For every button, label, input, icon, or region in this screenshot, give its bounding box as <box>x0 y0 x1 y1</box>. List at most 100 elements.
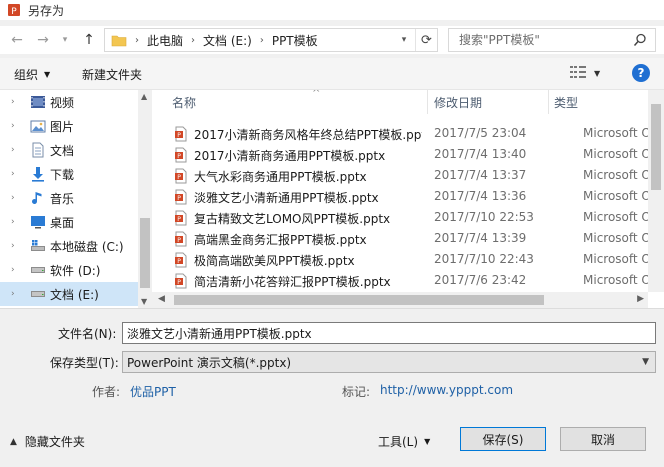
scroll-left-icon[interactable]: ◀ <box>158 294 165 304</box>
organize-menu[interactable]: 组织 ▼ <box>14 66 50 83</box>
expand-chevron-icon[interactable]: › <box>11 121 15 131</box>
filetype-select[interactable]: PowerPoint 演示文稿(*.pptx) ▼ <box>122 351 656 373</box>
recent-dropdown-icon[interactable]: ▾ <box>56 31 74 49</box>
chevron-down-icon: ▼ <box>424 437 431 446</box>
nav-item-label: 软件 (D:) <box>50 263 101 278</box>
breadcrumb-ppt-templates[interactable]: PPT模板 <box>272 32 318 49</box>
search-input[interactable] <box>449 30 629 50</box>
forward-arrow-icon[interactable]: → <box>34 31 52 49</box>
pptx-file-icon: P <box>174 231 188 247</box>
svg-text:P: P <box>177 237 181 244</box>
refresh-icon[interactable]: ⟳ <box>415 29 437 51</box>
scroll-up-icon[interactable]: ▲ <box>141 92 147 101</box>
nav-item-label: 文档 <box>50 143 75 158</box>
new-folder-button[interactable]: 新建文件夹 <box>82 66 142 83</box>
filetype-label: 保存类型(T): <box>50 356 119 370</box>
nav-item-documents[interactable]: › 文档 <box>0 138 138 162</box>
address-row: ← → ▾ ↑ › 此电脑 › 文档 (E:) › PPT模板 ▾ ⟳ <box>0 26 664 54</box>
file-row[interactable]: P 2017小清新商务风格年终总结PPT模板.pptx 2017/7/5 23:… <box>172 123 664 144</box>
scroll-right-icon[interactable]: ▶ <box>637 294 644 304</box>
nav-item-desktop[interactable]: › 桌面 <box>0 210 138 234</box>
search-box[interactable] <box>448 28 656 52</box>
pptx-file-icon: P <box>174 168 188 184</box>
nav-item-label: 本地磁盘 (C:) <box>50 239 124 254</box>
expand-chevron-icon[interactable]: › <box>11 169 15 179</box>
pptx-file-icon: P <box>174 189 188 205</box>
file-name: 大气水彩商务通用PPT模板.pptx <box>194 170 367 184</box>
file-list-horizontal-scrollbar[interactable]: ◀ ▶ <box>152 292 648 308</box>
address-bar[interactable]: › 此电脑 › 文档 (E:) › PPT模板 ▾ ⟳ <box>104 28 438 52</box>
filename-input[interactable] <box>123 326 655 340</box>
hide-folders-toggle[interactable]: ▲ 隐藏文件夹 <box>10 433 85 450</box>
drive-icon <box>30 286 46 302</box>
column-label: 类型 <box>554 95 579 110</box>
cancel-button[interactable]: 取消 <box>560 427 646 451</box>
scroll-thumb[interactable] <box>651 104 661 190</box>
file-row[interactable]: P 复古精致文艺LOMO风PPT模板.pptx 2017/7/10 22:53 … <box>172 207 664 228</box>
nav-item-label: 音乐 <box>50 191 75 206</box>
save-button[interactable]: 保存(S) <box>460 427 546 451</box>
view-options-button[interactable]: ▼ <box>570 66 600 81</box>
column-header-type[interactable]: 类型 <box>554 90 648 114</box>
scroll-thumb[interactable] <box>140 218 150 288</box>
folder-icon <box>111 34 127 47</box>
file-row[interactable]: P 高端黑金商务汇报PPT模板.pptx 2017/7/4 13:39 Micr… <box>172 228 664 249</box>
file-date: 2017/7/4 13:39 <box>434 231 527 245</box>
svg-text:P: P <box>177 153 181 160</box>
nav-scrollbar[interactable]: ▲ ▼ <box>138 90 152 308</box>
tools-menu[interactable]: 工具(L) ▼ <box>378 433 430 450</box>
scroll-thumb[interactable] <box>174 295 544 305</box>
nav-item-label: 文档 (E:) <box>50 287 99 302</box>
file-row[interactable]: P 淡雅文艺小清新通用PPT模板.pptx 2017/7/4 13:36 Mic… <box>172 186 664 207</box>
nav-item-drive-d[interactable]: › 软件 (D:) <box>0 258 138 282</box>
file-name: 复古精致文艺LOMO风PPT模板.pptx <box>194 212 391 226</box>
filename-field[interactable] <box>122 322 656 344</box>
details-view-icon <box>570 66 586 81</box>
pptx-file-icon: P <box>174 210 188 226</box>
nav-item-videos[interactable]: › 视频 <box>0 90 138 114</box>
expand-chevron-icon[interactable]: › <box>11 97 15 107</box>
back-arrow-icon[interactable]: ← <box>8 31 26 49</box>
help-icon[interactable]: ? <box>632 64 650 82</box>
expand-chevron-icon[interactable]: › <box>11 289 15 299</box>
nav-item-downloads[interactable]: › 下载 <box>0 162 138 186</box>
window-title: 另存为 <box>28 3 65 18</box>
nav-item-drive-e[interactable]: › 文档 (E:) <box>0 282 138 306</box>
expand-chevron-icon[interactable]: › <box>11 241 15 251</box>
nav-item-drive-c[interactable]: › 本地磁盘 (C:) <box>0 234 138 258</box>
column-header-date[interactable]: 修改日期 <box>434 90 549 114</box>
nav-item-label: 视频 <box>50 95 75 110</box>
expand-chevron-icon[interactable]: › <box>11 265 15 275</box>
nav-item-pictures[interactable]: › 图片 <box>0 114 138 138</box>
file-list-vertical-scrollbar[interactable] <box>648 90 664 292</box>
expand-chevron-icon[interactable]: › <box>11 145 15 155</box>
desktop-icon <box>30 214 46 230</box>
scroll-down-icon[interactable]: ▼ <box>141 297 147 306</box>
file-row[interactable]: P 极简高端欧美风PPT模板.pptx 2017/7/10 22:43 Micr… <box>172 249 664 270</box>
breadcrumb-drive-e[interactable]: 文档 (E:) <box>203 32 252 49</box>
tags-label: 标记: <box>342 385 371 399</box>
pptx-file-icon: P <box>174 273 188 289</box>
nav-item-music[interactable]: › 音乐 <box>0 186 138 210</box>
file-row[interactable]: P 大气水彩商务通用PPT模板.pptx 2017/7/4 13:37 Micr… <box>172 165 664 186</box>
search-icon[interactable] <box>633 33 647 47</box>
file-row[interactable]: P 2017小清新商务通用PPT模板.pptx 2017/7/4 13:40 M… <box>172 144 664 165</box>
file-list-pane: ^ 名称 修改日期 类型 P 2017小清新商务风格年终总结PPT模板.pptx… <box>152 90 664 308</box>
expand-chevron-icon[interactable]: › <box>11 193 15 203</box>
svg-text:P: P <box>177 258 181 265</box>
author-value[interactable]: 优品PPT <box>130 383 176 400</box>
sort-ascending-icon: ^ <box>312 90 321 99</box>
filename-label: 文件名(N): <box>58 327 117 341</box>
svg-text:P: P <box>177 279 181 286</box>
column-header-name[interactable]: ^ 名称 <box>172 90 428 114</box>
tags-value[interactable]: http://www.ypppt.com <box>380 383 513 397</box>
breadcrumb-this-pc[interactable]: 此电脑 <box>147 32 183 49</box>
up-arrow-icon[interactable]: ↑ <box>80 31 98 49</box>
file-row[interactable]: P 简洁清新小花答辩汇报PPT模板.pptx 2017/7/6 23:42 Mi… <box>172 270 664 291</box>
expand-chevron-icon[interactable]: › <box>11 217 15 227</box>
powerpoint-app-icon: P <box>6 3 22 17</box>
file-date: 2017/7/4 13:40 <box>434 147 527 161</box>
address-dropdown-icon[interactable]: ▾ <box>397 29 411 51</box>
picture-icon <box>30 118 46 134</box>
command-toolbar: 组织 ▼ 新建文件夹 ▼ ? <box>0 58 664 90</box>
